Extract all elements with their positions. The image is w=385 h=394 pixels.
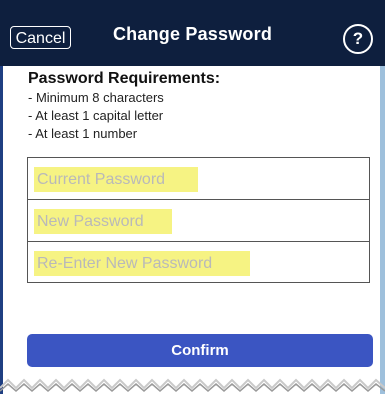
reenter-password-row <box>28 242 369 284</box>
page-title: Change Password <box>112 24 273 44</box>
confirm-button[interactable]: Confirm <box>27 334 373 367</box>
requirement-item: - Minimum 8 characters <box>28 90 164 105</box>
requirement-item: - At least 1 number <box>28 126 138 141</box>
current-password-input[interactable] <box>34 167 198 192</box>
new-password-row <box>28 200 369 242</box>
current-password-row <box>28 158 369 200</box>
requirement-item: - At least 1 capital letter <box>28 108 164 123</box>
right-border <box>380 60 385 394</box>
requirements-title: Password Requirements: <box>28 70 221 87</box>
nav-bar: Cancel Change Password ? <box>0 0 385 66</box>
requirements-list: - Minimum 8 characters - At least 1 capi… <box>28 89 164 143</box>
reenter-password-input[interactable] <box>34 251 250 276</box>
change-password-screen: Cancel Change Password ? Password Requir… <box>0 0 385 394</box>
new-password-input[interactable] <box>34 209 172 234</box>
help-icon[interactable]: ? <box>343 24 373 54</box>
torn-edge-divider <box>0 378 385 392</box>
password-fields <box>27 157 370 283</box>
